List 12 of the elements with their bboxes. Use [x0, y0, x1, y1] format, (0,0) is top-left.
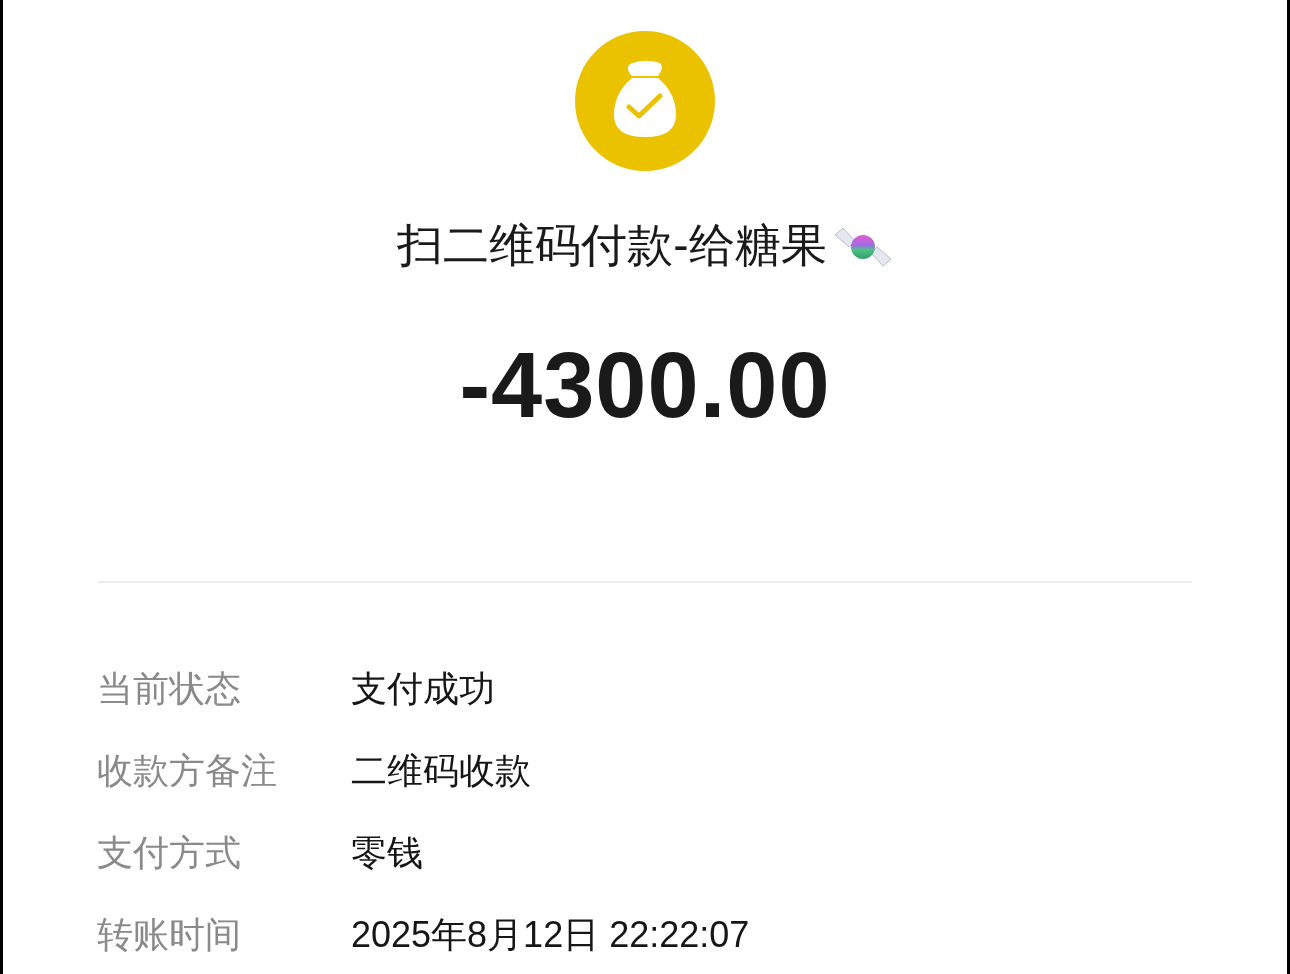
detail-label: 转账时间: [97, 913, 242, 957]
payment-title: 扫二维码付款-给糖果: [397, 218, 827, 273]
detail-value: 零钱: [351, 831, 423, 875]
detail-value: 二维码收款: [351, 749, 531, 793]
detail-value: 支付成功: [351, 667, 495, 711]
money-bag-check-icon: [575, 31, 715, 171]
candy-icon: [832, 227, 893, 267]
detail-label: 收款方备注: [97, 749, 278, 793]
detail-value: 2025年8月12日 22:22:07: [351, 913, 750, 957]
detail-label: 当前状态: [97, 667, 242, 711]
detail-label: 支付方式: [97, 831, 242, 875]
payment-amount: -4300.00: [459, 335, 831, 435]
